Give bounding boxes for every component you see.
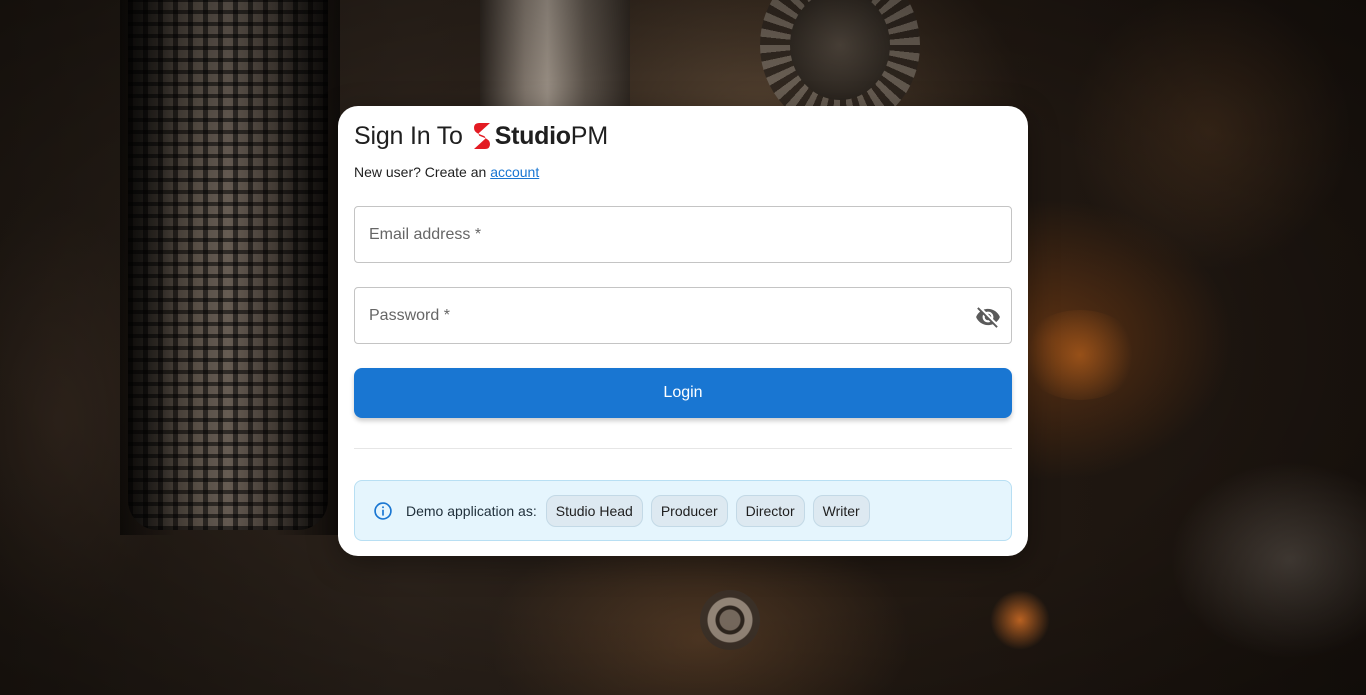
sign-in-heading: Sign In To Studio PM [354, 120, 608, 152]
heading-text: Sign In To [354, 121, 463, 150]
demo-roles-panel: Demo application as: Studio Head Produce… [354, 480, 1012, 541]
password-field[interactable] [354, 287, 1012, 344]
demo-label: Demo application as: [406, 502, 537, 519]
logo-text-pm: PM [570, 121, 609, 150]
demo-role-writer-chip[interactable]: Writer [812, 494, 870, 527]
demo-role-producer-chip[interactable]: Producer [650, 494, 728, 527]
demo-role-studio-head-chip[interactable]: Studio Head [545, 494, 643, 527]
email-input[interactable] [355, 207, 1011, 262]
new-user-prompt: New user? Create an account [354, 164, 539, 180]
info-icon [374, 501, 392, 520]
sign-in-card: Sign In To Studio PM New user? Create an … [338, 106, 1028, 556]
studiopm-logo: Studio PM [471, 120, 608, 152]
password-input[interactable] [355, 288, 1011, 343]
demo-role-director-chip[interactable]: Director [735, 494, 805, 527]
create-account-link[interactable]: account [490, 164, 539, 180]
email-field[interactable] [354, 206, 1012, 263]
eye-off-icon[interactable] [975, 304, 1001, 330]
login-button[interactable]: Login [354, 368, 1012, 418]
divider [354, 448, 1012, 449]
new-user-text: New user? Create an [354, 164, 487, 180]
logo-text-studio: Studio [494, 121, 571, 150]
studiopm-s-logo-icon [473, 123, 490, 149]
